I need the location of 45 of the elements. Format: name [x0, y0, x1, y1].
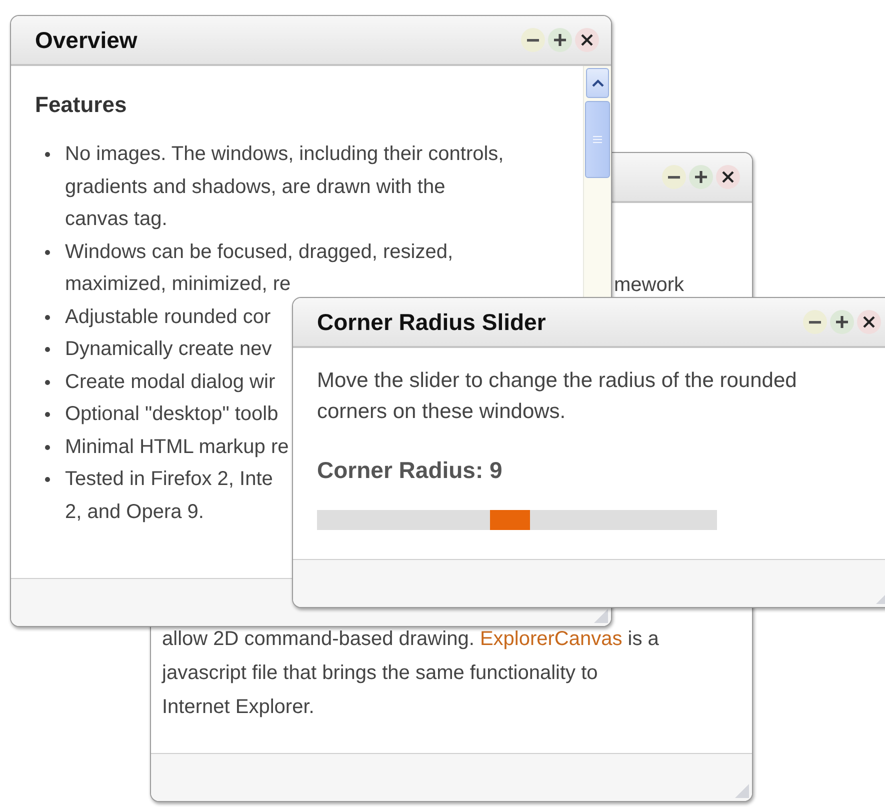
resize-grip-icon[interactable]: [735, 784, 749, 798]
bullet-dot: [45, 444, 50, 450]
bullet-dot: [45, 412, 50, 417]
feature-text: Minimal HTML markup re: [65, 434, 289, 460]
feature-text: Tested in Firefox 2, Inte 2, and Opera 9.: [65, 467, 273, 524]
scroll-up-button[interactable]: [586, 68, 609, 98]
bullet-dot: [45, 152, 50, 157]
plus-icon: [694, 170, 708, 184]
section-heading: Features: [35, 92, 128, 118]
bullet-dot: [45, 477, 50, 482]
window-title: Corner Radius Slider: [317, 308, 546, 336]
close-button[interactable]: [857, 310, 881, 334]
grip-lines-icon: [593, 135, 602, 144]
close-button[interactable]: [716, 165, 740, 189]
slider-track[interactable]: [317, 510, 717, 530]
close-icon: [581, 34, 593, 46]
bullet-dot: [45, 250, 50, 254]
maximize-button[interactable]: [830, 310, 854, 334]
slider-label: Corner Radius: 9: [317, 457, 504, 484]
paragraph-text: mework: [614, 275, 684, 295]
feature-text: Adjustable rounded cor: [65, 304, 271, 330]
feature-text: Create modal dialog wir: [65, 370, 276, 394]
feature-text: Dynamically create nev: [65, 337, 272, 362]
slider-thumb[interactable]: [490, 510, 530, 530]
bullet-dot: [45, 347, 50, 352]
explorercanvas-link[interactable]: ExplorerCanvas: [480, 628, 622, 650]
close-icon: [722, 171, 734, 183]
plus-icon: [553, 33, 567, 47]
scroll-thumb[interactable]: [585, 101, 610, 178]
chevron-up-icon: [592, 79, 604, 87]
maximize-button[interactable]: [689, 165, 713, 189]
minimize-button[interactable]: [803, 310, 827, 334]
minimize-button[interactable]: [662, 165, 686, 189]
description-text: Move the slider to change the radius of the rounded corners on these windows.: [317, 368, 798, 425]
feature-text: Windows can be focused, dragged, resized, maximized, minimized, re: [65, 240, 453, 297]
window-title: Overview: [35, 26, 138, 54]
maximize-button[interactable]: [548, 28, 572, 52]
close-button[interactable]: [575, 28, 599, 52]
close-icon: [863, 316, 875, 328]
plus-icon: [835, 315, 849, 329]
bullet-dot: [45, 380, 50, 384]
feature-text: No images. The windows, including their controls, gradients and shadows, are drawn with the canvas tag.: [65, 142, 504, 232]
feature-text: Optional "desktop" toolb: [65, 402, 278, 427]
minimize-button[interactable]: [521, 28, 545, 52]
bullet-dot: [45, 314, 50, 320]
